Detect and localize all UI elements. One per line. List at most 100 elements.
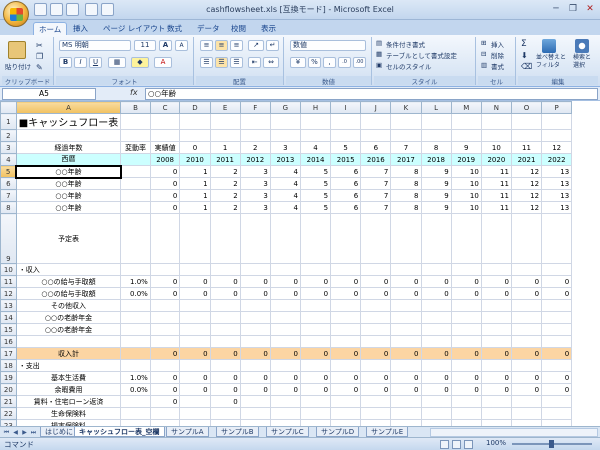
cell-J19[interactable]: 0: [360, 371, 392, 384]
cell-K2[interactable]: [390, 129, 422, 142]
cell-A13[interactable]: その他収入: [15, 299, 122, 312]
cell-N17[interactable]: 0: [480, 347, 512, 360]
cell-M9[interactable]: [450, 213, 482, 264]
tab-formulas[interactable]: 数式: [162, 22, 187, 35]
cell-J14[interactable]: [360, 311, 392, 324]
cell-C9[interactable]: [149, 213, 181, 264]
column-header[interactable]: H: [299, 101, 332, 114]
cell-J13[interactable]: [360, 299, 392, 312]
cell-P12[interactable]: 0: [541, 287, 573, 300]
cell-C15[interactable]: [149, 323, 181, 336]
cell-G13[interactable]: [269, 299, 301, 312]
cell-F3[interactable]: 2: [239, 141, 271, 154]
cell-O19[interactable]: 0: [510, 371, 543, 384]
cell-J8[interactable]: 7: [360, 201, 392, 214]
cell-A4[interactable]: 西暦: [15, 153, 122, 166]
cell-L5[interactable]: 9: [420, 165, 452, 178]
delete-cells-icon[interactable]: ⊟: [481, 50, 486, 58]
cell-E1[interactable]: [209, 113, 241, 130]
column-header[interactable]: M: [450, 101, 482, 114]
last-sheet-icon[interactable]: ⏭: [29, 428, 38, 437]
cell-K20[interactable]: 0: [390, 383, 422, 396]
cell-M22[interactable]: [450, 407, 482, 420]
cell-M6[interactable]: 10: [450, 177, 482, 190]
cell-H15[interactable]: [299, 323, 332, 336]
cell-G5[interactable]: 4: [269, 165, 301, 178]
cell-I3[interactable]: 5: [330, 141, 362, 154]
cell-L7[interactable]: 9: [420, 189, 452, 202]
cell-G6[interactable]: 4: [269, 177, 301, 190]
row-header[interactable]: 22: [0, 407, 17, 420]
cell-E14[interactable]: [209, 311, 241, 324]
cell-P14[interactable]: [541, 311, 573, 324]
cell-J17[interactable]: 0: [360, 347, 392, 360]
cell-P1[interactable]: [541, 113, 573, 130]
cell-F19[interactable]: 0: [239, 371, 271, 384]
cell-G14[interactable]: [269, 311, 301, 324]
cell-B17[interactable]: [120, 347, 151, 360]
cell-A17[interactable]: 収入計: [15, 347, 122, 360]
cell-I10[interactable]: [330, 263, 362, 276]
shrink-font-button[interactable]: A: [175, 40, 188, 51]
find-select-icon[interactable]: [575, 39, 589, 53]
cell-E11[interactable]: 0: [209, 275, 241, 288]
sheet-tab[interactable]: サンプルC: [266, 427, 309, 437]
cell-G12[interactable]: 0: [269, 287, 301, 300]
cell-D16[interactable]: [179, 335, 211, 348]
cell-G3[interactable]: 3: [269, 141, 301, 154]
cell-A9[interactable]: 予定表: [15, 213, 122, 264]
copy-icon[interactable]: ❐: [36, 52, 43, 61]
cell-M15[interactable]: [450, 323, 482, 336]
cell-J15[interactable]: [360, 323, 392, 336]
cell-C19[interactable]: 0: [149, 371, 181, 384]
normal-view-icon[interactable]: [440, 440, 449, 449]
cell-P18[interactable]: [541, 359, 573, 372]
row-header[interactable]: 19: [0, 371, 17, 384]
cell-L14[interactable]: [420, 311, 452, 324]
cell-H6[interactable]: 5: [299, 177, 332, 190]
cell-B15[interactable]: [120, 323, 151, 336]
cell-O6[interactable]: 12: [510, 177, 543, 190]
cell-C3[interactable]: 実績値: [149, 141, 181, 154]
cell-E9[interactable]: [209, 213, 241, 264]
cell-A18[interactable]: ・支出: [15, 359, 122, 372]
column-header[interactable]: N: [480, 101, 512, 114]
cell-G8[interactable]: 4: [269, 201, 301, 214]
cell-N10[interactable]: [480, 263, 512, 276]
cell-H19[interactable]: 0: [299, 371, 332, 384]
cell-F15[interactable]: [239, 323, 271, 336]
cell-I22[interactable]: [330, 407, 362, 420]
cell-B1[interactable]: [120, 113, 151, 130]
cell-L18[interactable]: [420, 359, 452, 372]
formula-input[interactable]: ○○年齢: [145, 88, 598, 100]
cell-H8[interactable]: 5: [299, 201, 332, 214]
cell-P9[interactable]: [541, 213, 573, 264]
row-header[interactable]: 1: [0, 113, 17, 130]
tab-data[interactable]: データ: [192, 22, 225, 35]
cell-E12[interactable]: 0: [209, 287, 241, 300]
align-top-icon[interactable]: ≡: [200, 40, 213, 51]
cell-A2[interactable]: [15, 129, 122, 142]
cell-B4[interactable]: [120, 153, 151, 166]
row-header[interactable]: 6: [0, 177, 17, 190]
cell-J1[interactable]: [360, 113, 392, 130]
cell-M21[interactable]: [450, 395, 482, 408]
cell-N2[interactable]: [480, 129, 512, 142]
cell-C6[interactable]: 0: [149, 177, 181, 190]
cell-K9[interactable]: [390, 213, 422, 264]
cell-I15[interactable]: [330, 323, 362, 336]
cell-H22[interactable]: [299, 407, 332, 420]
cell-I18[interactable]: [330, 359, 362, 372]
cell-P5[interactable]: 13: [541, 165, 573, 178]
insert-cells-icon[interactable]: ⊞: [481, 39, 486, 47]
cell-M2[interactable]: [450, 129, 482, 142]
cell-C5[interactable]: 0: [149, 165, 181, 178]
cell-P7[interactable]: 13: [541, 189, 573, 202]
row-header[interactable]: 2: [0, 129, 17, 142]
cell-A8[interactable]: ○○年齢: [15, 201, 122, 214]
page-break-view-icon[interactable]: [464, 440, 473, 449]
cell-J18[interactable]: [360, 359, 392, 372]
cell-E6[interactable]: 2: [209, 177, 241, 190]
cell-I17[interactable]: 0: [330, 347, 362, 360]
cell-D4[interactable]: 2010: [179, 153, 211, 166]
